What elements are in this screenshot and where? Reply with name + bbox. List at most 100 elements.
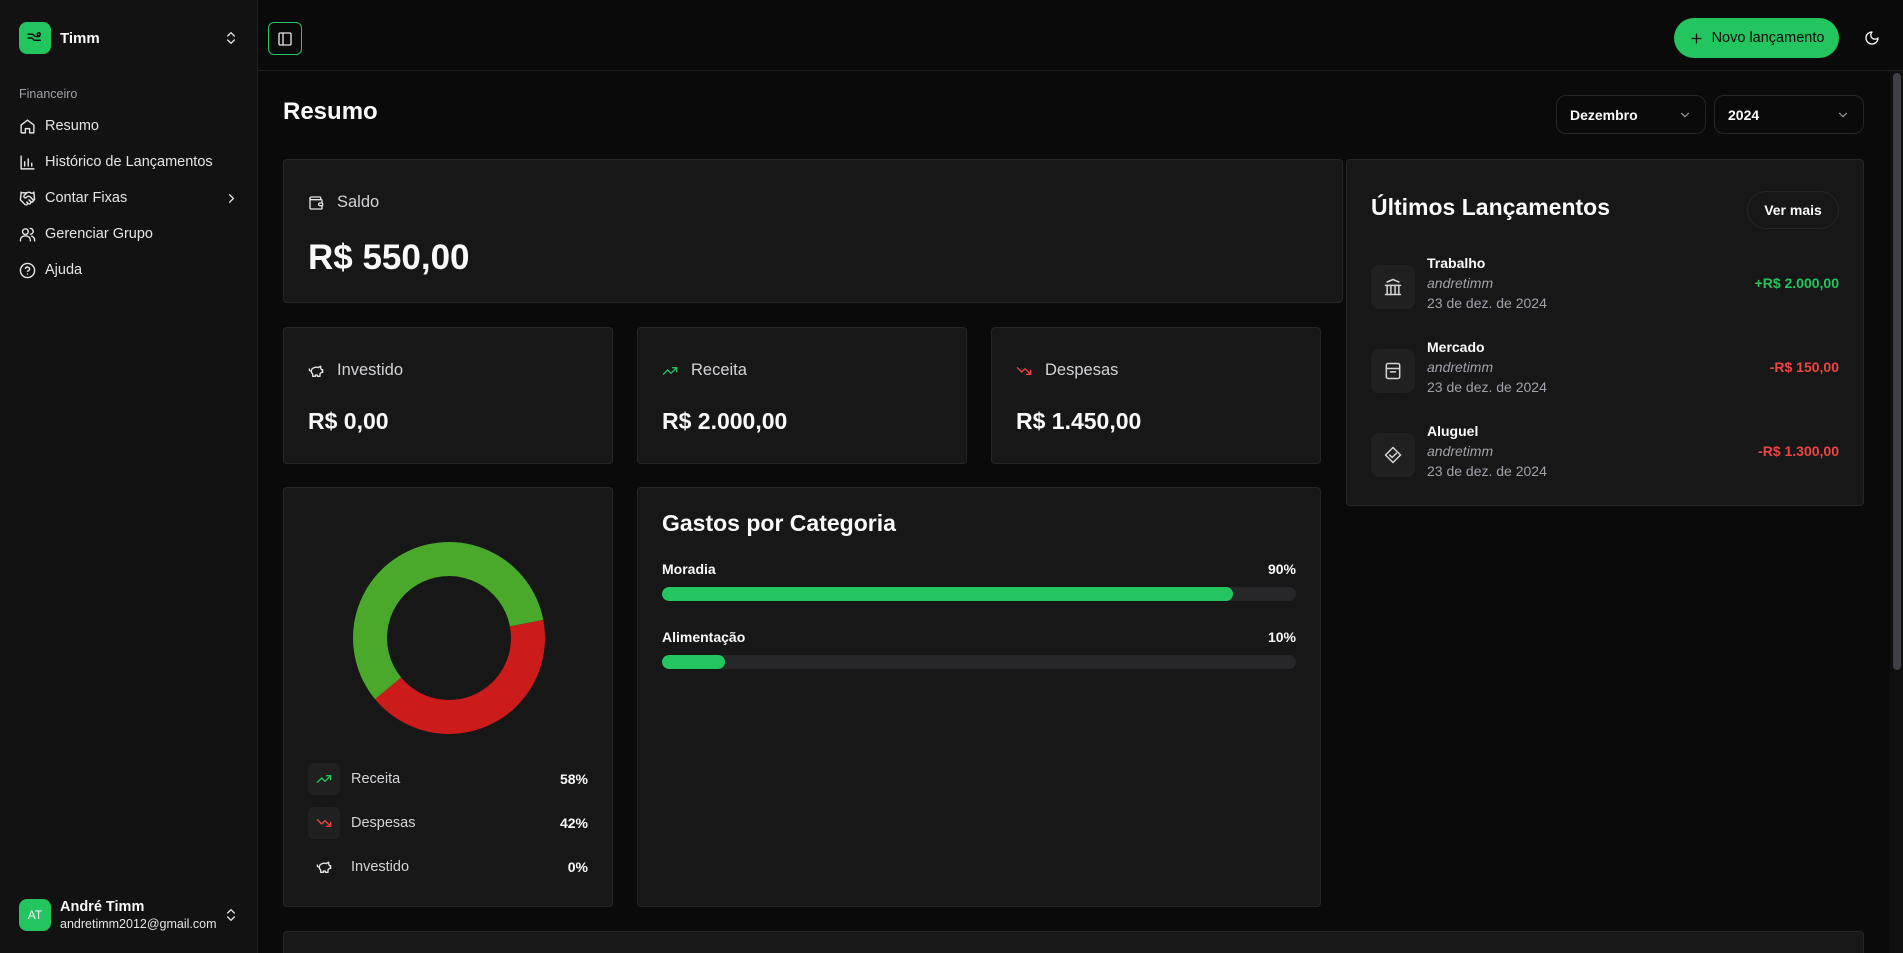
category-pct: 90% bbox=[1267, 561, 1296, 577]
sidebar-group-label: Financeiro bbox=[19, 87, 78, 101]
legend-icon-box bbox=[308, 851, 340, 883]
sidebar-item-label: Gerenciar Grupo bbox=[45, 226, 153, 242]
category-label: Moradia bbox=[662, 561, 716, 577]
legend-pct: 58% bbox=[559, 771, 588, 787]
piggy-bank-icon bbox=[316, 861, 332, 873]
invested-value: R$ 0,00 bbox=[308, 408, 389, 434]
bank-icon bbox=[1384, 278, 1402, 296]
transaction-row[interactable]: Trabalho andretimm 23 de dez. de 2024 +R… bbox=[1371, 255, 1839, 319]
chevron-down-icon bbox=[1680, 112, 1690, 117]
transaction-icon-box bbox=[1371, 349, 1415, 393]
trending-down-icon bbox=[1016, 366, 1032, 375]
distribution-card: Receita 58% Despesas 42% Investido 0% bbox=[283, 487, 613, 907]
transaction-name: Trabalho bbox=[1427, 255, 1486, 271]
legend-label: Receita bbox=[351, 771, 401, 787]
transaction-row[interactable]: Aluguel andretimm 23 de dez. de 2024 -R$… bbox=[1371, 423, 1839, 487]
legend-label: Investido bbox=[351, 859, 410, 875]
categories-title: Gastos por Categoria bbox=[662, 510, 896, 536]
month-select[interactable]: Dezembro bbox=[1556, 95, 1706, 134]
invested-label: Investido bbox=[337, 361, 404, 379]
expenses-card: Despesas R$ 1.450,00 bbox=[991, 327, 1321, 464]
scrollbar-thumb[interactable] bbox=[1893, 73, 1901, 670]
balance-label-row: Saldo bbox=[308, 193, 379, 212]
legend-row-receita: Receita 58% bbox=[308, 762, 588, 796]
main-content: Resumo Dezembro 2024 Saldo R$ 550,00 Inv… bbox=[258, 71, 1888, 953]
sidebar-item-resumo[interactable]: Resumo bbox=[10, 108, 248, 144]
handshake-icon bbox=[19, 190, 36, 206]
category-row-moradia: Moradia 90% bbox=[662, 561, 1296, 601]
page-title: Resumo bbox=[283, 98, 378, 125]
team-switcher[interactable]: Timm bbox=[10, 14, 248, 62]
expenses-label: Despesas bbox=[1045, 361, 1119, 379]
category-progress-track bbox=[662, 655, 1296, 669]
team-name: Timm bbox=[60, 29, 100, 47]
donut-chart bbox=[353, 542, 545, 734]
income-value: R$ 2.000,00 bbox=[662, 408, 788, 434]
sidebar-item-contar-fixas[interactable]: Contar Fixas bbox=[10, 180, 248, 216]
income-label: Receita bbox=[691, 361, 747, 379]
legend-label: Despesas bbox=[351, 815, 416, 831]
store-icon bbox=[1385, 362, 1401, 380]
balance-card: Saldo R$ 550,00 bbox=[283, 159, 1343, 303]
transaction-icon-box bbox=[1371, 433, 1415, 477]
balance-value: R$ 550,00 bbox=[308, 238, 470, 277]
plus-icon bbox=[1691, 33, 1702, 43]
sidebar-item-label: Contar Fixas bbox=[45, 190, 128, 206]
transaction-amount: -R$ 1.300,00 bbox=[1758, 443, 1839, 459]
handshake-icon bbox=[1384, 446, 1402, 464]
team-logo bbox=[19, 22, 51, 54]
recent-entries-card: Últimos Lançamentos Ver mais Trabalho an… bbox=[1346, 159, 1864, 506]
new-entry-button[interactable]: Novo lançamento bbox=[1674, 18, 1839, 58]
balance-label: Saldo bbox=[337, 193, 380, 211]
category-progress-track bbox=[662, 587, 1296, 601]
transaction-date: 23 de dez. de 2024 bbox=[1427, 463, 1547, 479]
transaction-user: andretimm bbox=[1427, 275, 1494, 291]
category-progress-fill bbox=[662, 655, 726, 669]
help-circle-icon bbox=[19, 262, 36, 278]
legend-icon-box bbox=[308, 807, 340, 839]
user-menu[interactable]: AT André Timm andretimm2012@gmail.com bbox=[10, 887, 248, 943]
legend-pct: 0% bbox=[567, 859, 588, 875]
recent-entries-title: Últimos Lançamentos bbox=[1371, 194, 1610, 220]
scrollbar[interactable] bbox=[1890, 71, 1903, 953]
transaction-icon-box bbox=[1371, 265, 1415, 309]
income-label-row: Receita bbox=[662, 361, 747, 380]
piggy-bank-icon bbox=[308, 365, 324, 377]
sidebar-item-label: Resumo bbox=[45, 118, 99, 134]
top-bar: Novo lançamento bbox=[258, 0, 1903, 71]
expenses-label-row: Despesas bbox=[1016, 361, 1118, 380]
month-select-value: Dezembro bbox=[1570, 106, 1638, 123]
category-row-alimentacao: Alimentação 10% bbox=[662, 629, 1296, 669]
income-card: Receita R$ 2.000,00 bbox=[637, 327, 967, 464]
trending-up-icon bbox=[316, 775, 332, 783]
transaction-date: 23 de dez. de 2024 bbox=[1427, 295, 1547, 311]
wallet-icon bbox=[309, 195, 324, 210]
sidebar-item-historico[interactable]: Histórico de Lançamentos bbox=[10, 144, 248, 180]
sidebar: Timm Financeiro Resumo Histórico de Lanç… bbox=[0, 0, 258, 953]
user-email: andretimm2012@gmail.com bbox=[60, 917, 217, 931]
sidebar-nav: Resumo Histórico de Lançamentos Contar F… bbox=[10, 108, 248, 288]
transaction-name: Mercado bbox=[1427, 339, 1485, 355]
category-progress-fill bbox=[662, 587, 1233, 601]
user-info: André Timm andretimm2012@gmail.com bbox=[60, 899, 223, 931]
categories-card: Gastos por Categoria Moradia 90% Aliment… bbox=[637, 487, 1321, 907]
category-head: Moradia 90% bbox=[662, 561, 1296, 577]
bar-chart-icon bbox=[20, 154, 35, 170]
legend-pct: 42% bbox=[559, 815, 588, 831]
category-pct: 10% bbox=[1267, 629, 1296, 645]
year-select-value: 2024 bbox=[1728, 106, 1760, 123]
invested-label-row: Investido bbox=[308, 361, 403, 380]
avatar: AT bbox=[19, 899, 51, 931]
user-name: André Timm bbox=[60, 899, 145, 915]
theme-toggle-button[interactable] bbox=[1859, 25, 1885, 51]
see-more-button[interactable]: Ver mais bbox=[1747, 191, 1839, 229]
year-select[interactable]: 2024 bbox=[1714, 95, 1864, 134]
sidebar-toggle-button[interactable] bbox=[268, 22, 302, 55]
sidebar-item-label: Ajuda bbox=[45, 262, 83, 278]
transaction-row[interactable]: Mercado andretimm 23 de dez. de 2024 -R$… bbox=[1371, 339, 1839, 403]
panel-left-icon bbox=[278, 31, 292, 46]
sidebar-item-ajuda[interactable]: Ajuda bbox=[10, 252, 248, 288]
chevrons-up-down-icon bbox=[227, 31, 235, 44]
sidebar-item-gerenciar-grupo[interactable]: Gerenciar Grupo bbox=[10, 216, 248, 252]
trending-down-icon bbox=[316, 819, 332, 827]
